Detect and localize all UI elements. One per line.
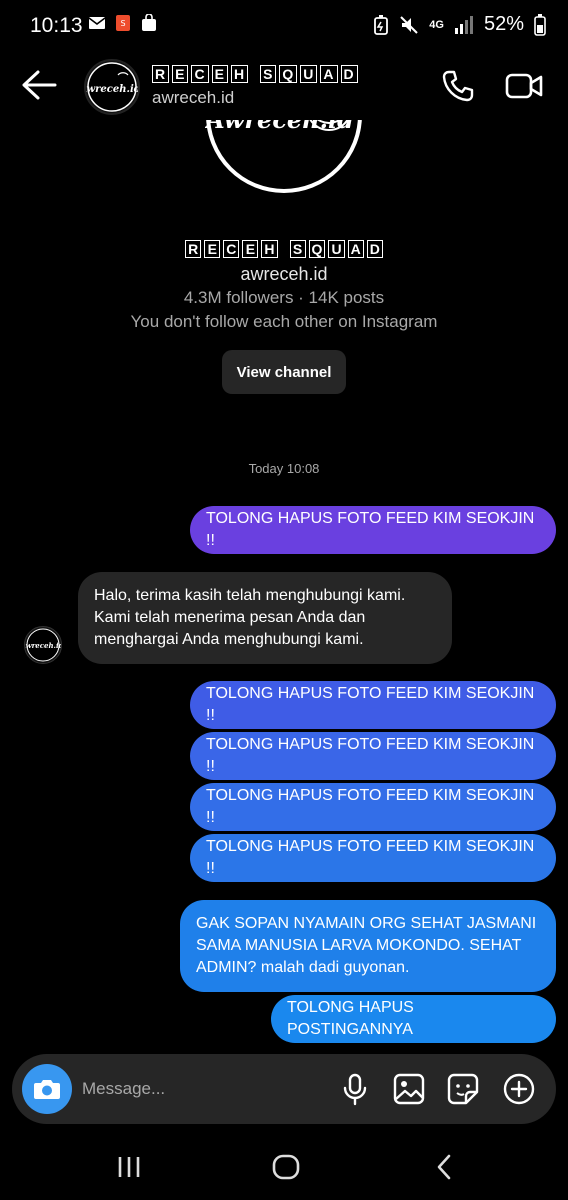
name-word-gap: [281, 240, 287, 258]
recent-apps-icon[interactable]: [114, 1152, 144, 1182]
message-bubble-outgoing[interactable]: TOLONG HAPUS FOTO FEED KIM SEOKJIN !!: [190, 681, 556, 729]
camera-icon: [34, 1080, 60, 1099]
name-letter: E: [172, 65, 189, 83]
message-bubble-incoming[interactable]: Halo, terima kasih telah menghubungi kam…: [78, 572, 452, 664]
name-letter: C: [223, 240, 240, 258]
battery-saver-icon: [374, 14, 389, 35]
profile-name: RECEHSQUAD: [0, 240, 568, 258]
message-bubble-outgoing[interactable]: TOLONG HAPUS FOTO FEED KIM SEOKJIN !!: [190, 732, 556, 780]
mute-icon: [400, 15, 418, 34]
name-letter: C: [191, 65, 209, 83]
name-letter: Q: [279, 65, 298, 83]
svg-text:Awreceh.id: Awreceh.id: [25, 641, 61, 650]
name-letter: R: [185, 240, 202, 258]
name-letter: D: [340, 65, 358, 83]
video-call-icon[interactable]: [504, 68, 544, 104]
name-letter: H: [230, 65, 249, 83]
message-input[interactable]: [82, 1072, 322, 1106]
sticker-icon[interactable]: [446, 1072, 480, 1106]
name-letter: U: [300, 65, 318, 83]
mail-icon: [88, 17, 106, 29]
view-channel-button[interactable]: View channel: [222, 350, 346, 394]
back-arrow-icon[interactable]: [20, 68, 58, 102]
name-letter: H: [261, 240, 278, 258]
battery-icon: [534, 13, 546, 36]
chat-subtitle-handle: awreceh.id: [152, 88, 235, 107]
name-letter: S: [260, 65, 277, 83]
system-status-icons: 4G 52%: [373, 13, 546, 36]
message-bubble-outgoing[interactable]: TOLONG HAPUS FOTO FEED KIM SEOKJIN !!: [190, 506, 556, 554]
battery-percent: 52%: [483, 13, 524, 35]
name-letter: E: [211, 65, 228, 83]
svg-text:S: S: [120, 19, 125, 28]
name-word-gap: [251, 65, 257, 83]
status-time: 10:13: [30, 14, 83, 37]
name-letter: E: [204, 240, 221, 258]
profile-avatar[interactable]: Awreceh.id: [78, 59, 141, 115]
name-letter: Q: [308, 240, 326, 258]
name-letter: A: [320, 65, 338, 83]
name-letter: E: [242, 240, 259, 258]
chat-title[interactable]: RECEHSQUAD: [152, 64, 358, 84]
status-bar: 10:13 S 4G 52%: [0, 0, 568, 54]
svg-text:Awreceh.id: Awreceh.id: [86, 84, 138, 95]
phone-icon[interactable]: [440, 68, 476, 104]
back-nav-icon[interactable]: [430, 1152, 460, 1182]
name-letter: S: [289, 240, 306, 258]
message-bubble-outgoing[interactable]: GAK SOPAN NYAMAIN ORG SEHAT JASMANI SAMA…: [180, 900, 556, 992]
name-letter: R: [152, 65, 170, 83]
signal-icon: [454, 15, 473, 34]
microphone-icon[interactable]: [338, 1072, 372, 1106]
profile-handle: awreceh.id: [240, 264, 328, 284]
shop-bag-icon: [142, 14, 156, 31]
name-letter: U: [328, 240, 345, 258]
gallery-icon[interactable]: [392, 1072, 426, 1106]
message-composer: [12, 1054, 556, 1124]
system-navigation-bar: [0, 1130, 568, 1200]
thread-timestamp: Today 10:08: [248, 461, 320, 476]
sender-avatar[interactable]: Awreceh.id: [24, 626, 62, 664]
add-circle-icon[interactable]: [502, 1072, 536, 1106]
name-letter: A: [347, 240, 364, 258]
home-icon[interactable]: [271, 1152, 301, 1182]
network-type: 4G: [429, 18, 444, 31]
follow-status-text: You don't follow each other on Instagram: [130, 312, 438, 331]
name-letter: D: [366, 240, 383, 258]
notification-icons: S: [88, 14, 158, 32]
message-bubble-outgoing[interactable]: TOLONG HAPUS FOTO FEED KIM SEOKJIN !!: [190, 783, 556, 831]
shopee-pay-icon: S: [116, 15, 130, 31]
camera-button[interactable]: [22, 1064, 72, 1114]
chat-header: Awreceh.id RECEHSQUAD awreceh.id: [0, 54, 568, 120]
awreceh-logo-icon: Awreceh.id: [25, 628, 61, 662]
profile-stats: 4.3M followers · 14K posts: [183, 288, 385, 307]
message-bubble-outgoing[interactable]: TOLONG HAPUS FOTO FEED KIM SEOKJIN !!: [190, 834, 556, 882]
awreceh-logo-icon: Awreceh.id: [78, 62, 141, 112]
message-bubble-outgoing[interactable]: TOLONG HAPUS POSTINGANNYA: [271, 995, 556, 1043]
